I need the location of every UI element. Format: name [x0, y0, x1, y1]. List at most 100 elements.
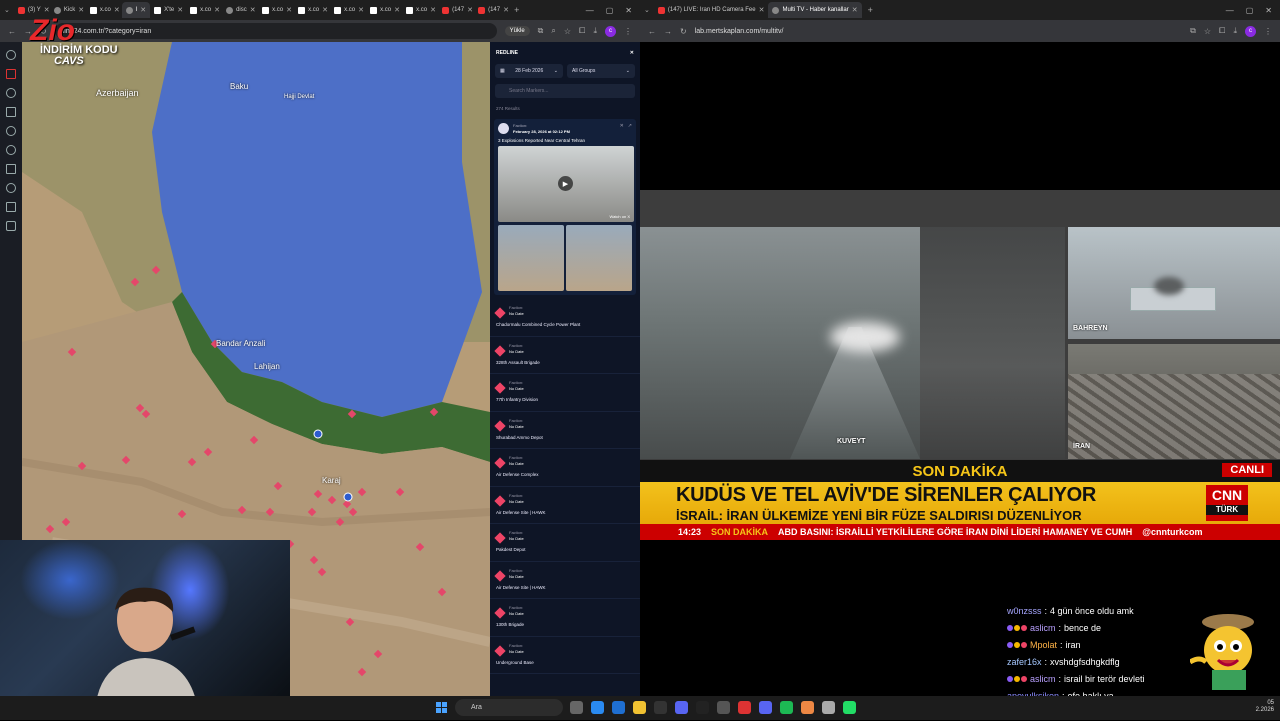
download-icon[interactable]: ⤓	[593, 26, 597, 36]
tab-close-icon[interactable]: ✕	[214, 6, 220, 14]
new-tab-button[interactable]: +	[868, 5, 873, 15]
mail-icon[interactable]	[738, 701, 751, 714]
list-item[interactable]: Faction: No Date 328th Assault Brigade	[490, 337, 640, 374]
chat-username[interactable]: aslicm	[1030, 623, 1056, 633]
extensions-icon[interactable]: ⧠	[1219, 26, 1225, 36]
side-video-feed-top[interactable]: BAHREYN	[1068, 227, 1280, 339]
ruler-icon[interactable]	[6, 164, 16, 174]
list-item[interactable]: Faction: No Date Underground Base	[490, 637, 640, 674]
close-window-icon[interactable]: ✕	[1265, 6, 1272, 15]
tab-x[interactable]: x.co ✕	[330, 2, 366, 18]
tab-x[interactable]: x.co ✕	[402, 2, 438, 18]
back-icon[interactable]: ←	[8, 27, 16, 36]
panel-close-icon[interactable]: ✕	[630, 50, 634, 56]
app-icon[interactable]	[822, 701, 835, 714]
layer-icon[interactable]	[6, 50, 16, 60]
circle-icon[interactable]	[6, 88, 16, 98]
watch-label[interactable]: Watch on X	[609, 214, 630, 219]
map-marker-selected[interactable]	[343, 492, 353, 502]
list-item[interactable]: Faction: No Date Pakdest Depot	[490, 524, 640, 562]
spotify-icon[interactable]	[780, 701, 793, 714]
profile-avatar[interactable]: c	[605, 25, 616, 37]
chrome-icon[interactable]	[801, 701, 814, 714]
back-icon[interactable]: ←	[648, 27, 656, 36]
taskbar-search[interactable]: Ara	[455, 699, 563, 716]
side-video-feed-bottom[interactable]: İRAN	[1068, 344, 1280, 459]
windows-start-icon[interactable]	[436, 702, 447, 713]
system-tray[interactable]: 05 2.2026	[1256, 700, 1274, 714]
zoom-icon[interactable]: ⌕	[551, 26, 555, 36]
tab-close-icon[interactable]: ✕	[358, 6, 364, 14]
download-icon[interactable]: ⤓	[1233, 26, 1237, 36]
chat-username[interactable]: zafer16x	[1007, 657, 1042, 667]
minimize-icon[interactable]: —	[586, 6, 594, 15]
tab-close-icon[interactable]: ✕	[78, 6, 84, 14]
tab-x[interactable]: x.co ✕	[294, 2, 330, 18]
list-icon[interactable]	[6, 107, 16, 117]
cast-icon[interactable]: ⧉	[1190, 26, 1196, 36]
search-icon[interactable]	[6, 126, 16, 136]
url-field[interactable]: lab.mertskaplan.com/multitv/	[695, 23, 1182, 39]
app-icon[interactable]	[717, 701, 730, 714]
news-player[interactable]: KUVEYT BAHREYN İRAN SON DAKİKA CANLI KUD…	[640, 190, 1280, 540]
featured-card[interactable]: Faction: February 28, 2026 at 02:12 PM ✕…	[494, 119, 636, 295]
tab-close-icon[interactable]: ✕	[322, 6, 328, 14]
tab-tv[interactable]: Multi TV - Haber kanallar ✕	[768, 2, 862, 18]
thumbnail-image[interactable]	[498, 225, 564, 291]
list-item[interactable]: Faction: No Date Shurabad Ammo Depot	[490, 412, 640, 449]
tab-youtube[interactable]: (147 ✕	[438, 2, 474, 18]
tab-x[interactable]: x.co ✕	[366, 2, 402, 18]
url-field[interactable]: line24.com.tr/?category=iran	[54, 23, 497, 39]
profile-avatar[interactable]: c	[1245, 25, 1256, 37]
flag-icon[interactable]	[6, 69, 16, 79]
menu-icon[interactable]: ⋮	[624, 27, 632, 36]
new-tab-button[interactable]: +	[514, 5, 519, 15]
list-item[interactable]: Faction: No Date Air Defense Complex	[490, 449, 640, 487]
tab-close-icon[interactable]: ✕	[430, 6, 436, 14]
list-item[interactable]: Faction: No Date 77th Infantry Division	[490, 374, 640, 412]
camera-icon[interactable]	[6, 221, 16, 231]
tab-x[interactable]: X'te ✕	[150, 2, 186, 18]
store-icon[interactable]	[654, 701, 667, 714]
play-icon[interactable]: ▶	[558, 176, 573, 191]
card-close-icon[interactable]: ✕	[620, 123, 624, 129]
tab-x[interactable]: x.co ✕	[186, 2, 222, 18]
external-link-icon[interactable]: ↗	[628, 123, 632, 129]
bookmark-star-icon[interactable]: ☆	[1204, 27, 1211, 36]
discord-icon[interactable]	[759, 701, 772, 714]
extensions-icon[interactable]: ⧠	[579, 26, 585, 36]
tab-search-icon[interactable]: ⌄	[644, 6, 650, 14]
group-filter[interactable]: All Groups ⌄	[567, 64, 635, 78]
chat-username[interactable]: aslicm	[1030, 674, 1056, 684]
tag-icon[interactable]	[6, 202, 16, 212]
task-view-icon[interactable]	[570, 701, 583, 714]
upload-button[interactable]: Yükle	[504, 26, 530, 36]
close-window-icon[interactable]: ✕	[625, 6, 632, 15]
menu-icon[interactable]: ⋮	[1264, 27, 1272, 36]
maximize-icon[interactable]: ▢	[1246, 6, 1254, 15]
list-item[interactable]: Faction: No Date Chadormalu Combined Cycle…	[490, 299, 640, 337]
map-marker-selected[interactable]	[313, 429, 323, 439]
tab-close-icon[interactable]: ✕	[394, 6, 400, 14]
tab-close-icon[interactable]: ✕	[852, 6, 858, 14]
list-item[interactable]: Faction: No Date 130th Brigade	[490, 599, 640, 637]
tab-redline[interactable]: l ✕	[121, 2, 151, 18]
minimize-icon[interactable]: —	[1226, 6, 1234, 15]
edge-icon[interactable]	[612, 701, 625, 714]
pin-icon[interactable]	[6, 145, 16, 155]
chat-username[interactable]: w0nzsss	[1007, 606, 1042, 616]
tab-close-icon[interactable]: ✕	[503, 6, 509, 14]
tab-x[interactable]: x.co ✕	[86, 2, 122, 18]
settings-icon[interactable]	[696, 701, 709, 714]
tab-youtube[interactable]: (147) LIVE: Iran HD Camera Fee ✕	[654, 2, 769, 18]
tab-close-icon[interactable]: ✕	[140, 6, 146, 14]
card-video[interactable]: ▶ Watch on X	[498, 146, 634, 222]
tab-close-icon[interactable]: ✕	[286, 6, 292, 14]
discord-icon[interactable]	[675, 701, 688, 714]
file-explorer-icon[interactable]	[633, 701, 646, 714]
tab-youtube[interactable]: (147 ✕	[474, 2, 510, 18]
reload-icon[interactable]: ↻	[680, 27, 687, 36]
tab-close-icon[interactable]: ✕	[177, 6, 183, 14]
tab-x[interactable]: x.co ✕	[258, 2, 294, 18]
maximize-icon[interactable]: ▢	[606, 6, 614, 15]
